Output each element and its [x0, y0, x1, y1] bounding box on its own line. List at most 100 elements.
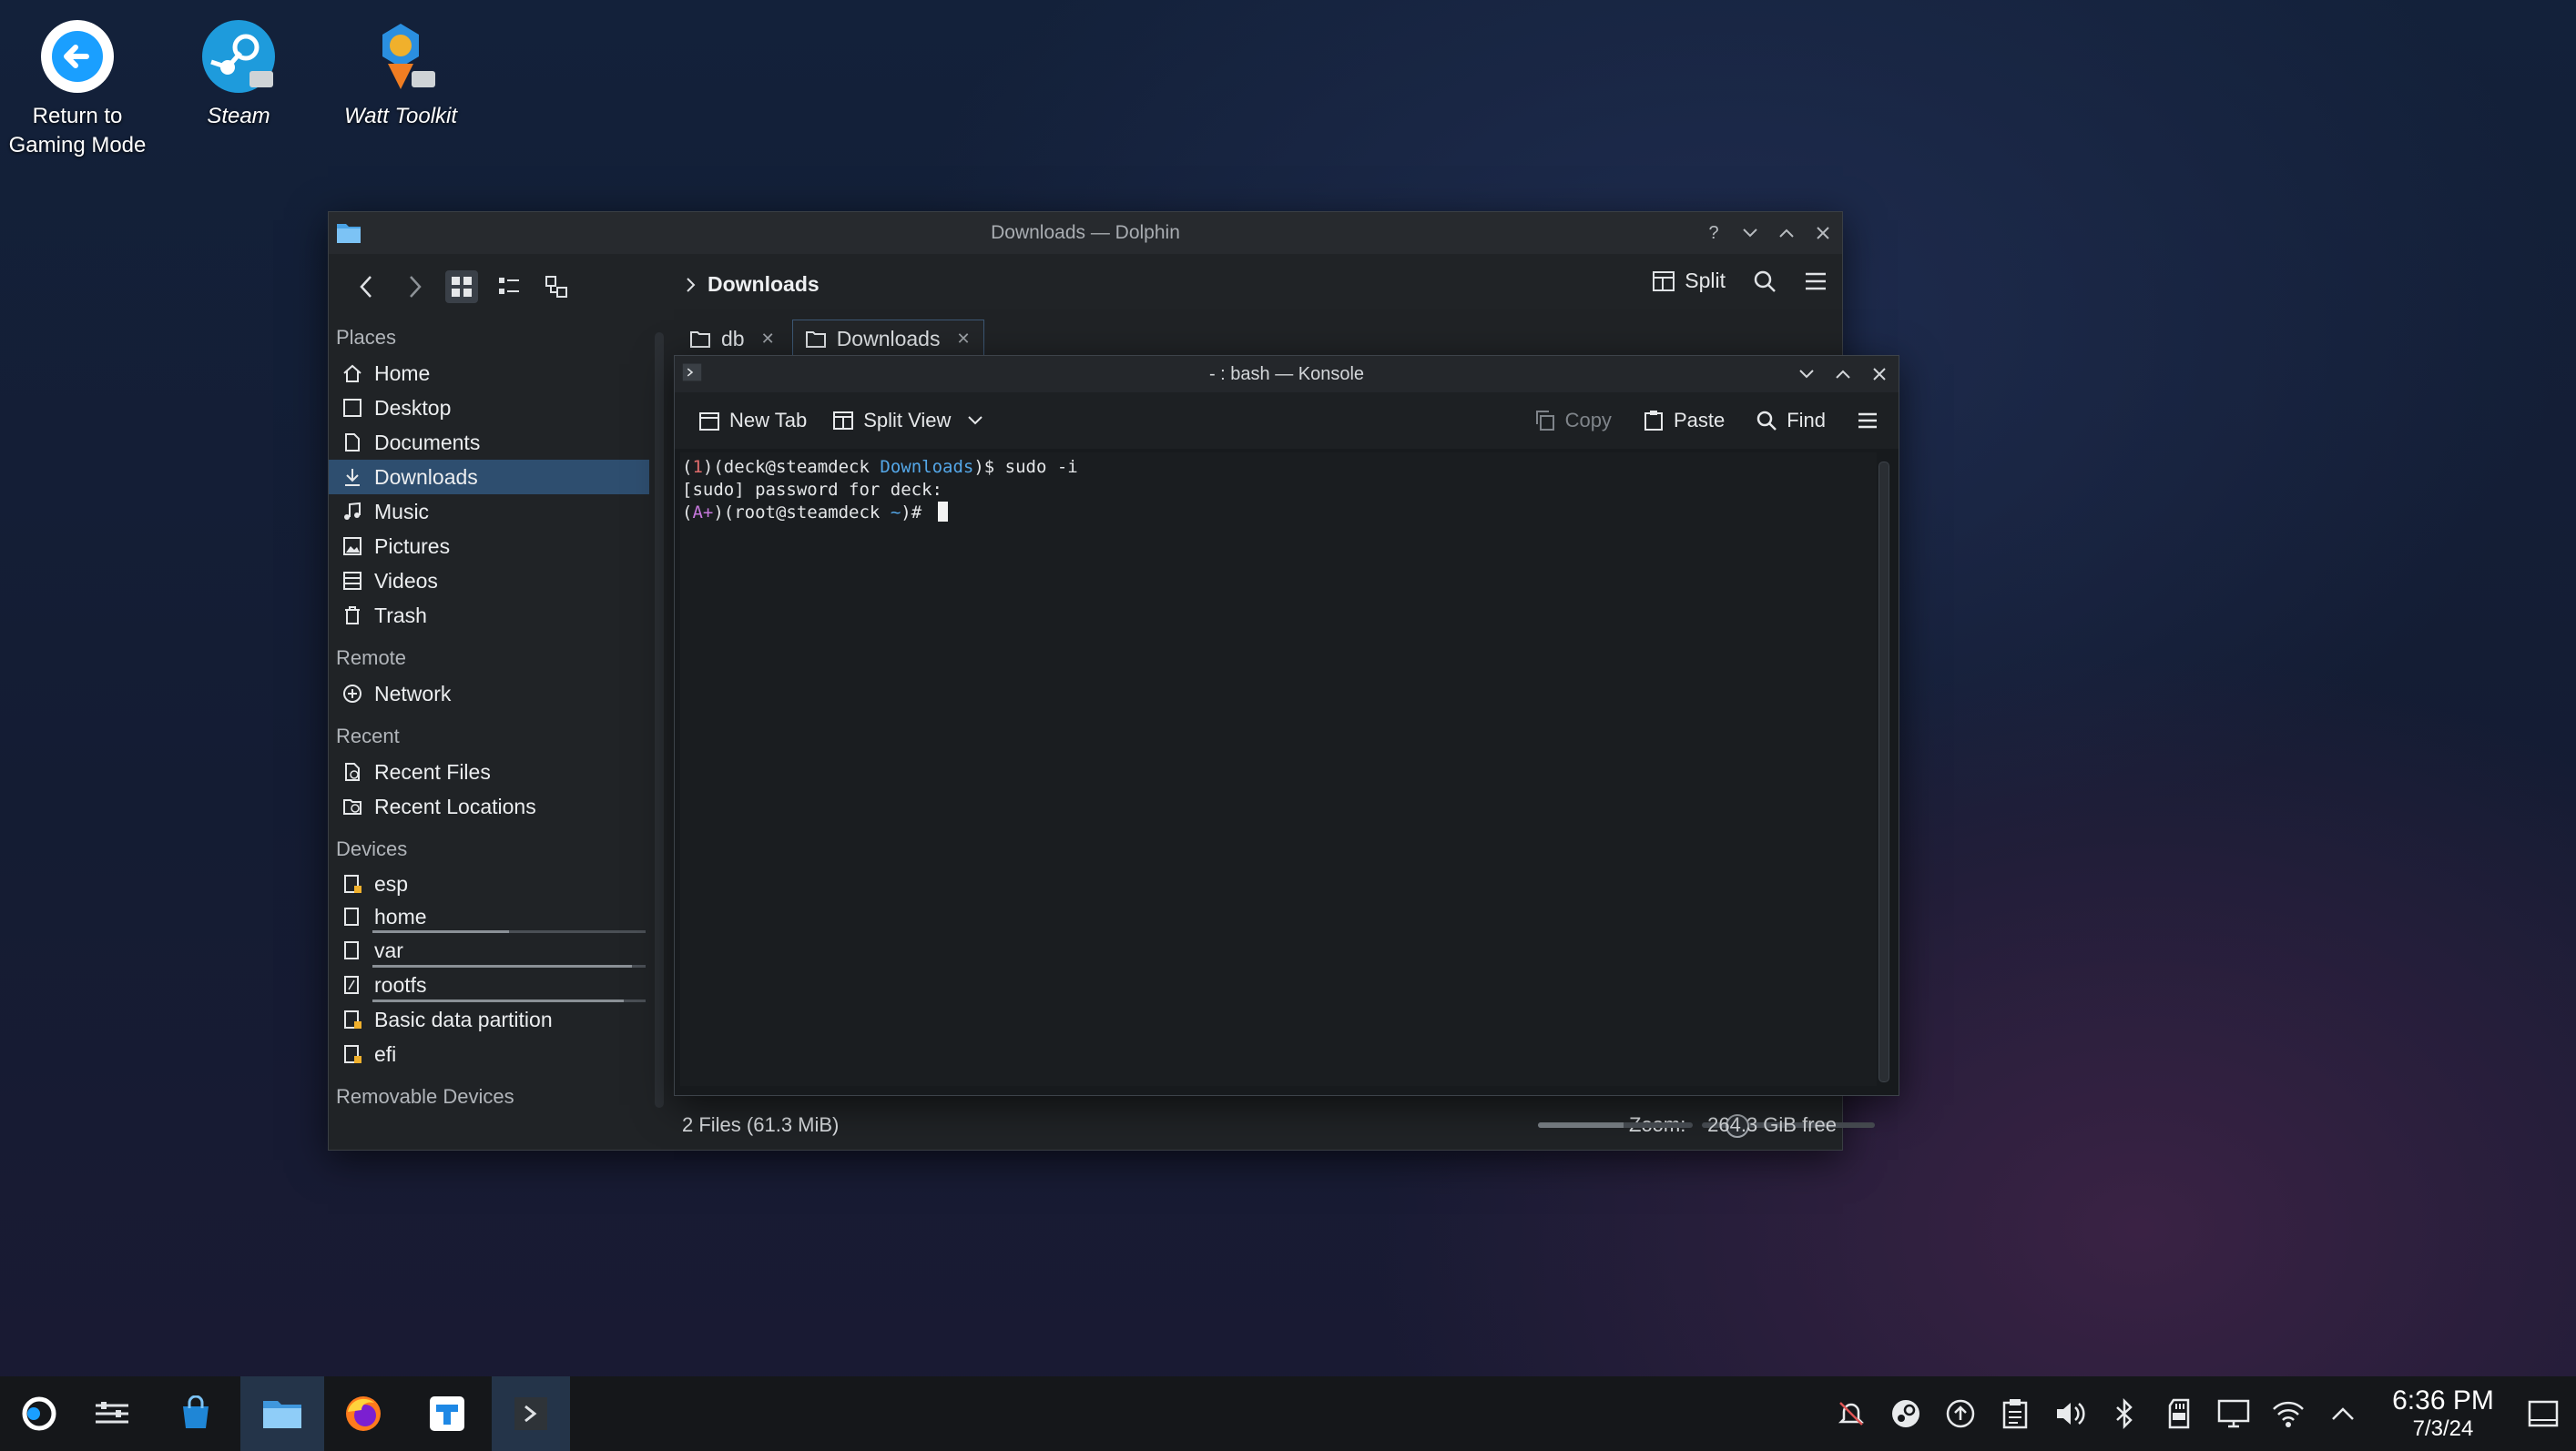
menu-button[interactable] — [1804, 271, 1828, 291]
terminal-output[interactable]: (1)(deck@steamdeck Downloads)$ sudo -i [… — [680, 452, 1877, 1086]
dolphin-taskbar-button[interactable] — [240, 1376, 324, 1451]
device-item-efi[interactable]: efi — [329, 1037, 649, 1071]
free-space: 264.3 GiB free — [1707, 1113, 1837, 1136]
minimize-icon[interactable] — [1740, 223, 1760, 243]
details-view-icon[interactable] — [540, 270, 573, 303]
clipboard-icon[interactable] — [1995, 1394, 2035, 1434]
konsole-taskbar-button[interactable] — [492, 1376, 570, 1451]
close-tab-icon[interactable]: ✕ — [956, 330, 970, 349]
breadcrumb[interactable]: Downloads — [686, 272, 820, 297]
split-button[interactable]: Split — [1652, 269, 1726, 293]
back-arrow-icon[interactable] — [351, 270, 383, 303]
command-text: sudo -i — [1004, 457, 1078, 477]
paste-button[interactable]: Paste — [1643, 409, 1725, 432]
notifications-off-icon[interactable] — [1831, 1394, 1871, 1434]
places-item-network[interactable]: Network — [329, 676, 649, 711]
places-item-pictures[interactable]: Pictures — [329, 529, 649, 563]
sd-card-icon[interactable] — [2159, 1394, 2199, 1434]
places-item-label: Home — [374, 360, 431, 385]
tab-downloads[interactable]: Downloads ✕ — [791, 320, 984, 357]
konsole-menu-button[interactable] — [1857, 411, 1879, 430]
places-item-label: Recent Locations — [374, 794, 536, 818]
icons-view-icon[interactable] — [445, 270, 478, 303]
places-item-documents[interactable]: Documents — [329, 425, 649, 460]
copy-button[interactable]: Copy — [1534, 409, 1612, 432]
new-tab-button[interactable]: New Tab — [698, 409, 807, 432]
places-item-videos[interactable]: Videos — [329, 563, 649, 598]
terminal-scrollbar[interactable] — [1879, 462, 1889, 1082]
terminal-line: (1)(deck@steamdeck Downloads)$ sudo -i — [682, 456, 1877, 479]
places-item-desktop[interactable]: Desktop — [329, 391, 649, 425]
konsole-window[interactable]: - : bash — Konsole New Tab Split View Co… — [674, 355, 1899, 1096]
places-item-music[interactable]: Music — [329, 494, 649, 529]
free-space-fill — [1538, 1122, 1624, 1128]
device-item-rootfs[interactable]: rootfs — [329, 968, 649, 1002]
prompt-dir: ~ — [890, 502, 901, 523]
places-item-downloads[interactable]: Downloads — [329, 460, 649, 494]
volume-icon[interactable] — [2050, 1394, 2090, 1434]
section-title-devices: Devices — [336, 837, 408, 860]
desktop-icon-return-to-gaming-mode[interactable]: Return to Gaming Mode — [0, 16, 164, 160]
paste-label: Paste — [1673, 409, 1726, 431]
drive-icon — [341, 906, 363, 928]
help-icon[interactable]: ? — [1704, 223, 1724, 243]
watt-toolkit-taskbar-button[interactable] — [408, 1376, 486, 1451]
search-button[interactable] — [1753, 269, 1777, 293]
places-item-recent-files[interactable]: Recent Files — [329, 755, 649, 789]
clock-time: 6:36 PM — [2392, 1385, 2494, 1415]
konsole-titlebar[interactable]: - : bash — Konsole — [675, 356, 1899, 392]
drive-icon — [341, 1009, 363, 1030]
places-panel: Places Home Desktop Documents Downloads … — [329, 320, 649, 1144]
dolphin-titlebar[interactable]: Downloads — Dolphin ? — [329, 212, 1842, 254]
dolphin-toolbar: Downloads Split — [329, 254, 1842, 320]
places-scrollbar[interactable] — [655, 332, 664, 1108]
wifi-icon[interactable] — [2268, 1394, 2308, 1434]
device-item-basic-data-partition[interactable]: Basic data partition — [329, 1002, 649, 1037]
forward-arrow-icon[interactable] — [398, 270, 431, 303]
prompt-dir: Downloads — [880, 457, 974, 477]
find-button[interactable]: Find — [1756, 409, 1826, 432]
tab-db[interactable]: db ✕ — [677, 320, 789, 358]
discover-store-button[interactable] — [157, 1376, 235, 1451]
watt-toolkit-icon — [361, 16, 441, 96]
places-item-recent-locations[interactable]: Recent Locations — [329, 789, 649, 824]
close-icon[interactable] — [1869, 364, 1889, 384]
places-item-trash[interactable]: Trash — [329, 598, 649, 633]
prompt-symbol: )$ — [973, 457, 1005, 477]
chevron-up-icon[interactable] — [2323, 1394, 2363, 1434]
tab-bar: db ✕ Downloads ✕ — [677, 320, 984, 358]
app-launcher-button[interactable] — [0, 1376, 78, 1451]
close-tab-icon[interactable]: ✕ — [761, 330, 775, 349]
maximize-icon[interactable] — [1833, 364, 1853, 384]
chevron-down-icon[interactable] — [967, 415, 983, 426]
device-item-var[interactable]: var — [329, 933, 649, 968]
section-title-removable-devices: Removable Devices — [336, 1085, 514, 1108]
steam-tray-icon[interactable] — [1886, 1394, 1926, 1434]
device-item-home[interactable]: home — [329, 900, 649, 933]
compact-view-icon[interactable] — [493, 270, 525, 303]
places-item-label: Pictures — [374, 533, 451, 558]
split-view-label: Split View — [863, 409, 952, 431]
firefox-taskbar-button[interactable] — [324, 1376, 402, 1451]
show-desktop-icon[interactable] — [2523, 1394, 2563, 1434]
split-icon — [1653, 270, 1675, 291]
bluetooth-icon[interactable] — [2104, 1394, 2144, 1434]
update-icon[interactable] — [1940, 1394, 1980, 1434]
desktop-icon-steam[interactable]: Steam — [152, 16, 325, 131]
places-item-home[interactable]: Home — [329, 356, 649, 391]
display-configuration-icon[interactable] — [2214, 1394, 2254, 1434]
places-item-label: Network — [374, 681, 452, 705]
minimize-icon[interactable] — [1797, 364, 1817, 384]
desktop-icon-watt-toolkit[interactable]: Watt Toolkit — [314, 16, 487, 131]
maximize-icon[interactable] — [1777, 223, 1797, 243]
system-settings-button[interactable] — [73, 1376, 151, 1451]
breadcrumb-item[interactable]: Downloads — [708, 272, 820, 297]
device-item-esp[interactable]: esp — [329, 868, 649, 900]
clock[interactable]: 6:36 PM 7/3/24 — [2379, 1385, 2507, 1442]
close-icon[interactable] — [1813, 223, 1833, 243]
prompt-text: ( — [682, 502, 693, 523]
search-icon — [1756, 411, 1777, 431]
split-view-button[interactable]: Split View — [832, 409, 983, 432]
places-item-label: rootfs — [374, 972, 427, 997]
folder-icon — [690, 331, 710, 348]
